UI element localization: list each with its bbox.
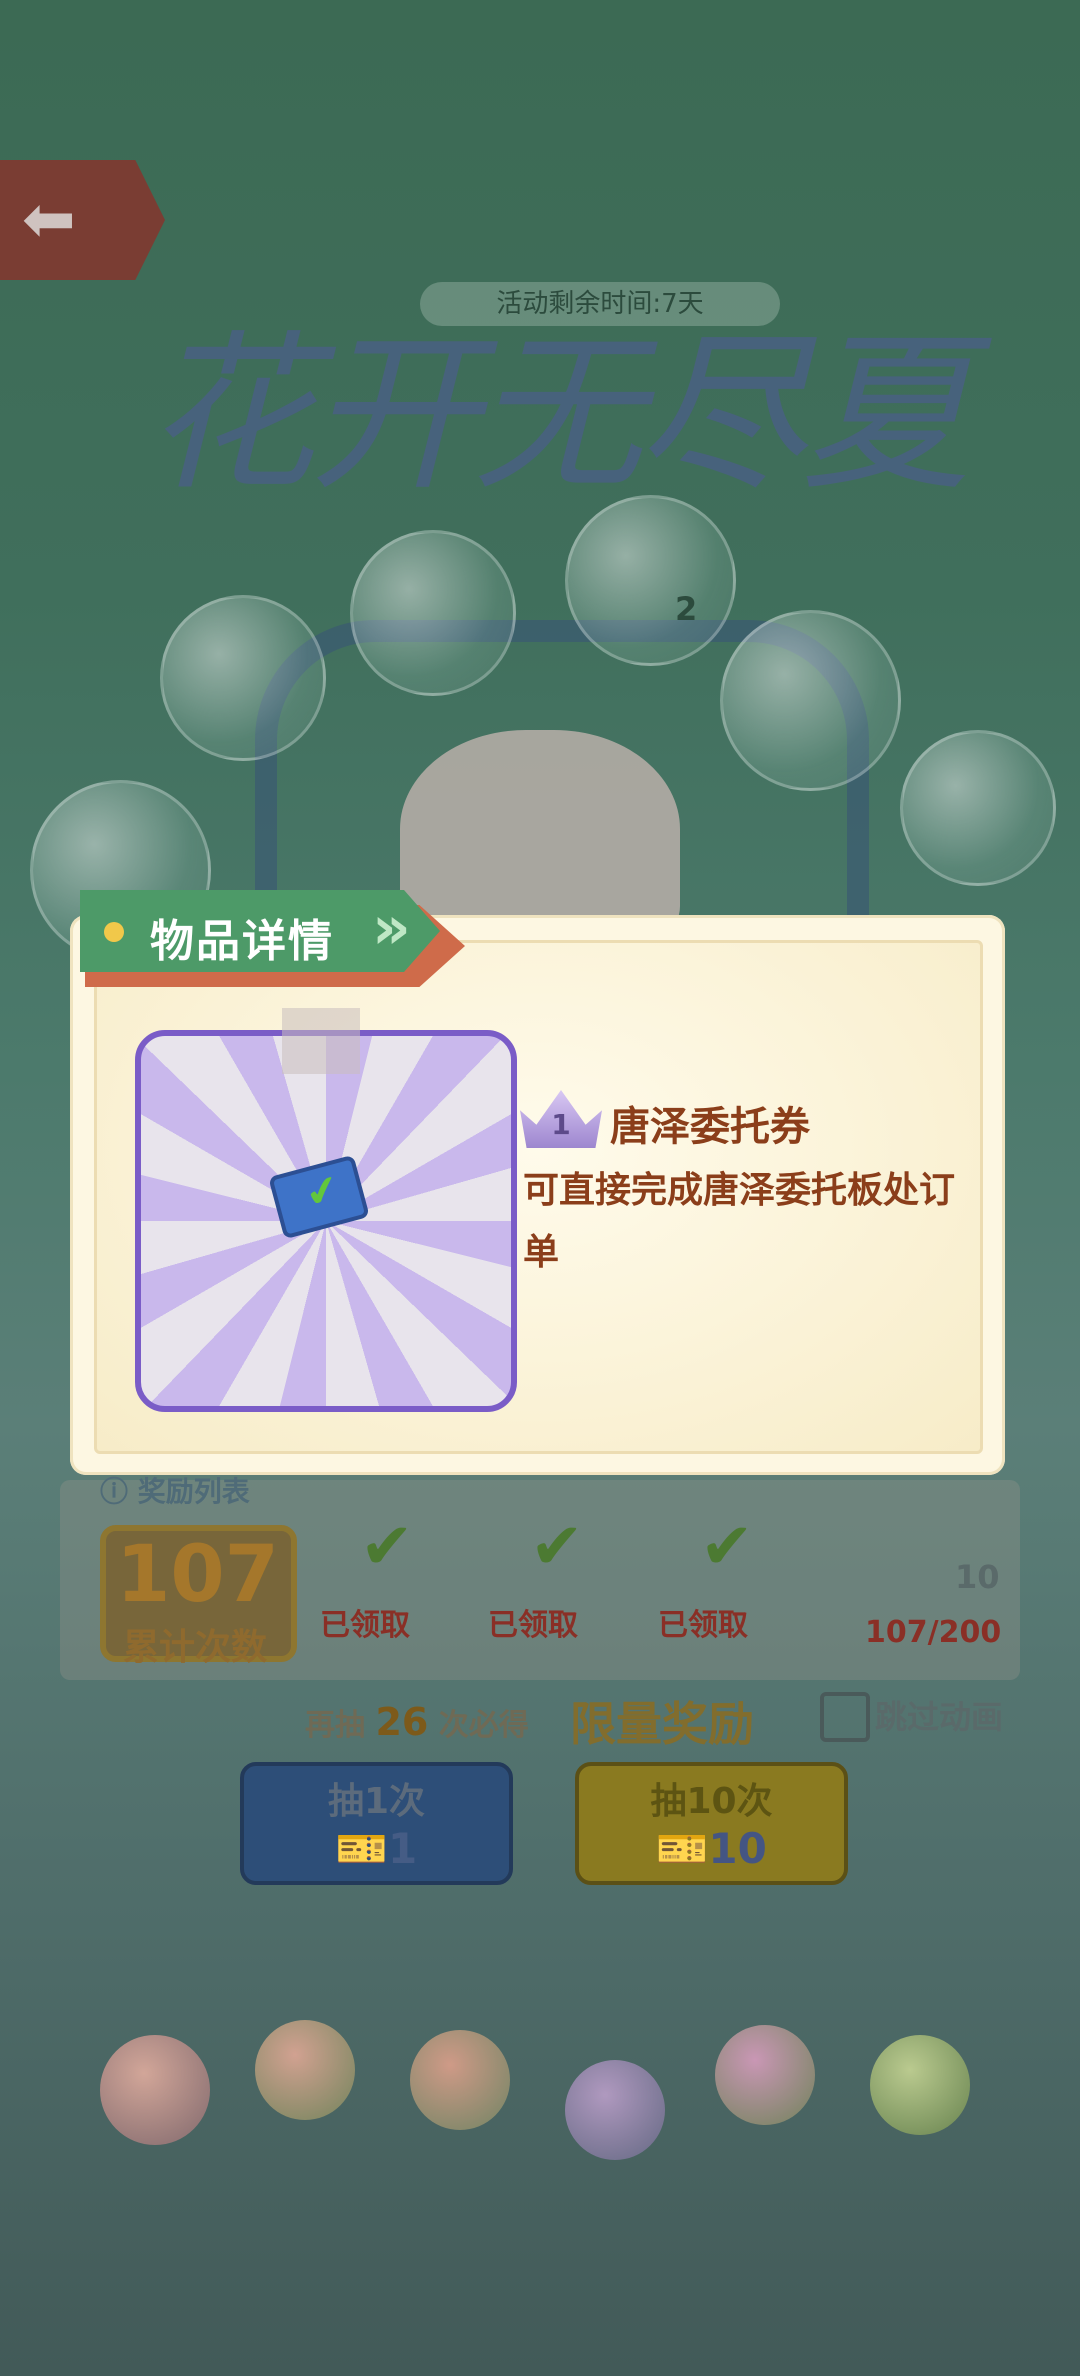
prize-bubble-train: [350, 530, 516, 696]
pity-text: 再抽 26 次必得: [305, 1700, 529, 1744]
ticket-icon: 🎫: [656, 1824, 709, 1873]
potion-bottle-icon: [715, 2025, 815, 2125]
tape-decoration: [282, 1008, 360, 1074]
draw-ten-cost: 🎫10: [656, 1824, 767, 1873]
info-icon: ⓘ: [100, 1475, 138, 1508]
potion-bottle-icon: [255, 2020, 355, 2120]
draw-once-button[interactable]: 抽1次 🎫1: [240, 1762, 513, 1885]
potion-bottle-icon: [100, 2035, 210, 2145]
skip-animation-checkbox[interactable]: [820, 1692, 870, 1742]
prize-bubble-count: 2: [675, 590, 698, 628]
potion-bottle-icon: [565, 2060, 665, 2160]
claimed-label-2: 已领取: [488, 1608, 578, 1643]
item-name: 唐泽委托券: [610, 1104, 810, 1150]
arrow-left-icon: ⬅: [22, 183, 76, 257]
item-description: 可直接完成唐泽委托板处订单: [523, 1170, 956, 1273]
prize-bubble-ticket: [160, 595, 326, 761]
prize-bubble-plane-ticket: [720, 610, 901, 791]
prize-bubble-flower: [900, 730, 1056, 886]
event-title-logo: 花开无尽夏: [144, 316, 971, 514]
draw-counter-value: 107: [116, 1530, 279, 1620]
claimed-check-icon: ✔: [530, 1510, 584, 1584]
draw-once-label: 抽1次: [327, 1781, 426, 1822]
ticket-icon: 🎫: [335, 1824, 389, 1873]
check-icon: ✔: [300, 1165, 345, 1219]
claimed-label-1: 已领取: [320, 1608, 410, 1643]
draw-ten-button[interactable]: 抽10次 🎫10: [575, 1762, 848, 1885]
claimed-check-icon: ✔: [360, 1510, 414, 1584]
skip-animation-label[interactable]: 跳过动画: [875, 1692, 1003, 1738]
item-level: 1: [551, 1108, 571, 1141]
limited-reward-label: 限量奖励: [570, 1697, 754, 1751]
modal-title: 物品详情: [150, 916, 334, 967]
reward-list-header[interactable]: ⓘ 奖励列表: [100, 1470, 250, 1510]
tab-dot-icon: [104, 922, 124, 942]
potion-bottle-icon: [410, 2030, 510, 2130]
draw-counter-label: 累计次数: [122, 1627, 267, 1668]
draw-once-cost: 🎫1: [335, 1824, 418, 1873]
claimed-label-3: 已领取: [658, 1608, 748, 1643]
final-reward-progress: 107/200: [865, 1615, 1002, 1650]
claimed-check-icon: ✔: [700, 1510, 754, 1584]
chevron-right-icon: »: [372, 893, 411, 963]
back-button[interactable]: ⬅: [0, 160, 165, 280]
final-reward-count: 10: [955, 1558, 1000, 1596]
draw-ten-label: 抽10次: [650, 1781, 773, 1822]
potion-bottle-icon: [870, 2035, 970, 2135]
